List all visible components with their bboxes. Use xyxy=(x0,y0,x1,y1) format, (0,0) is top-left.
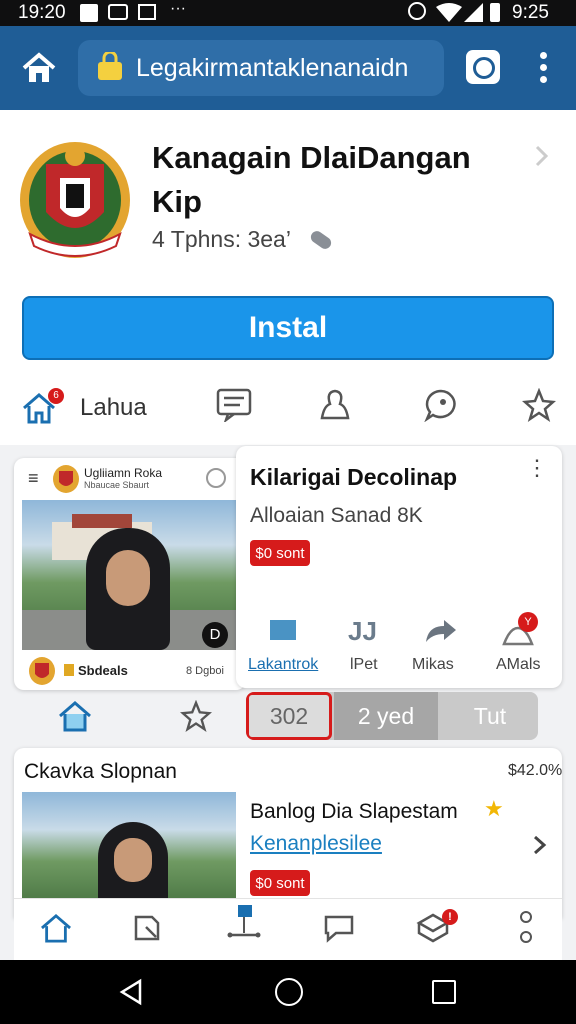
quote-icon: JJ xyxy=(348,616,377,646)
tab-home[interactable]: 6 Lahua xyxy=(22,388,162,428)
site-shop-icon xyxy=(98,52,122,80)
status-bar: 19:20 ··· 9:25 xyxy=(0,0,576,26)
nav-home-icon[interactable] xyxy=(40,913,72,943)
bottom-nav: ! xyxy=(14,898,562,961)
hamburger-menu-icon[interactable]: ≡ xyxy=(28,468,39,489)
feed-photo[interactable]: D xyxy=(22,500,238,650)
app-title: Kanagain DlaiDangan Kip xyxy=(152,140,471,219)
camera-button[interactable] xyxy=(466,50,500,84)
bottom-card-meta: $42.0% xyxy=(508,762,563,779)
home-icon[interactable] xyxy=(22,52,56,84)
action-lpet-label: lPet xyxy=(350,656,378,673)
feed-logo-icon xyxy=(53,465,79,493)
address-bar[interactable]: Legakirmantaklenanaidn xyxy=(78,40,444,96)
nav-edit-icon[interactable] xyxy=(132,913,162,943)
feed-star-icon[interactable] xyxy=(180,700,212,732)
bottom-card-link[interactable]: Kenanplesilee xyxy=(250,832,382,856)
home-nav-icon[interactable] xyxy=(275,978,303,1006)
system-nav-bar xyxy=(0,960,576,1024)
feed-header-line2: Nbaucae Sbaurt xyxy=(84,480,150,490)
profile-tab-icon[interactable] xyxy=(318,388,352,422)
detail-overflow-icon[interactable]: ⋮ xyxy=(526,457,548,479)
notification-icon xyxy=(80,4,98,22)
action-lakantrok-label: Lakantrok xyxy=(248,656,319,673)
briefcase-icon xyxy=(270,620,296,640)
reviews-tab-icon[interactable] xyxy=(216,388,252,422)
action-amals[interactable]: Y AMals xyxy=(490,612,556,678)
action-lpet[interactable]: JJ lPet xyxy=(336,616,396,678)
status-time-left: 19:20 xyxy=(18,2,66,23)
feed-footer-label: Sbdeals xyxy=(78,663,128,678)
alarm-icon xyxy=(408,2,426,20)
install-button[interactable]: Instal xyxy=(22,296,554,360)
recents-icon[interactable] xyxy=(432,980,456,1004)
action-mikas[interactable]: Mikas xyxy=(408,616,478,678)
home-tab-badge: 6 xyxy=(48,388,64,404)
signal-icon xyxy=(464,3,483,22)
footer-logo-icon xyxy=(29,657,55,685)
nav-chat-icon[interactable] xyxy=(322,913,356,943)
detail-subtitle: Alloaian Sanad 8K xyxy=(250,504,423,527)
app-header: Kanagain DlaiDangan Kip 4 Tphns: 3ea’ In… xyxy=(0,110,576,445)
detail-title: Kilarigai Decolinap xyxy=(250,464,458,490)
url-text: Legakirmantaklenanaidn xyxy=(136,54,409,82)
footer-tag-icon xyxy=(64,664,74,676)
segment-2yed[interactable]: 2 yed xyxy=(334,692,438,740)
gallery-icon xyxy=(108,4,128,20)
feed-footer-meta: 8 Dgboi xyxy=(186,665,224,677)
detail-price-badge: $0 sont xyxy=(250,540,310,566)
tab-home-label: Lahua xyxy=(80,394,147,421)
action-lakantrok[interactable]: Lakantrok xyxy=(246,616,326,678)
chevron-right-icon[interactable] xyxy=(534,144,550,168)
amals-badge: Y xyxy=(518,612,538,632)
nav-more-icon[interactable] xyxy=(518,911,532,945)
status-time-right: 9:25 xyxy=(512,2,549,23)
back-icon[interactable] xyxy=(118,978,144,1006)
feed-home-icon[interactable] xyxy=(58,700,92,732)
star-tab-icon[interactable] xyxy=(522,388,556,422)
nav-box-badge: ! xyxy=(442,909,458,925)
battery-icon xyxy=(490,3,500,22)
mail-icon xyxy=(138,4,156,20)
action-amals-label: AMals xyxy=(496,656,541,673)
feed-header-line1: Ugliiamn Roka xyxy=(84,466,163,480)
star-icon: ★ xyxy=(484,796,504,821)
app-subtitle: 4 Tphns: 3ea’ xyxy=(152,226,291,252)
overflow-menu-icon[interactable] xyxy=(540,52,548,84)
action-mikas-label: Mikas xyxy=(412,656,454,673)
more-notifications-icon: ··· xyxy=(170,0,186,17)
bottom-card[interactable]: Ckavka Slopnan $42.0% Banlog Dia Slapest… xyxy=(14,748,562,918)
feed-card[interactable]: ≡ Ugliiamn Roka Nbaucae Sbaurt D Sbdeals… xyxy=(14,458,246,690)
app-logo-emblem xyxy=(20,142,130,258)
segment-302[interactable]: 302 xyxy=(246,692,332,740)
video-badge[interactable]: D xyxy=(202,622,228,648)
share-arrow-icon xyxy=(426,620,456,642)
detail-card[interactable]: Kilarigai Decolinap ⋮ Alloaian Sanad 8K … xyxy=(236,446,562,688)
feed-avatar-icon[interactable] xyxy=(206,468,226,488)
bottom-card-title: Banlog Dia Slapestam xyxy=(250,800,458,823)
nav-upload-icon[interactable] xyxy=(226,903,262,945)
camera-icon xyxy=(473,57,495,79)
browser-toolbar: Legakirmantaklenanaidn xyxy=(0,26,576,110)
chat-tab-icon[interactable] xyxy=(424,388,458,422)
bottom-price-badge: $0 sont xyxy=(250,870,310,896)
wifi-icon xyxy=(436,3,462,22)
segmented-control: 302 2 yed Tut xyxy=(246,692,538,740)
bottom-chevron-icon[interactable] xyxy=(532,834,548,856)
bottom-card-heading: Ckavka Slopnan xyxy=(24,760,177,783)
segment-tut[interactable]: Tut xyxy=(442,692,538,740)
tag-icon xyxy=(310,231,332,249)
